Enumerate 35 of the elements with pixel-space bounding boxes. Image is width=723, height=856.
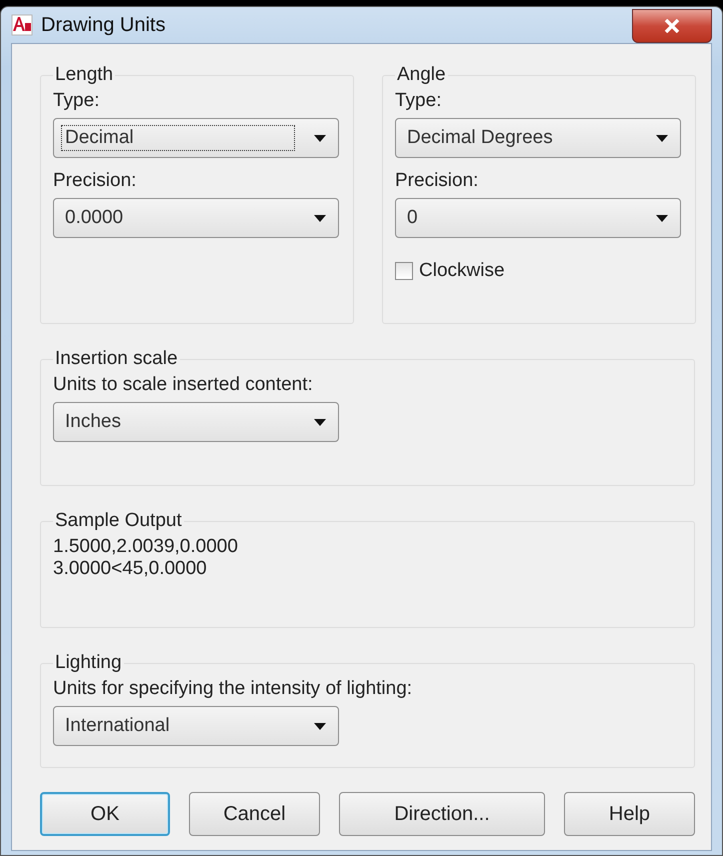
dropdown-arrow-icon (656, 214, 668, 222)
dropdown-arrow-icon (314, 214, 326, 222)
group-title: Sample Output (54, 510, 183, 532)
dropdown[interactable]: Inches (53, 402, 339, 442)
dropdown[interactable]: Decimal Degrees (395, 118, 681, 158)
dialog-button[interactable]: OK (40, 792, 170, 836)
checkbox[interactable] (395, 262, 413, 280)
dialog-button[interactable]: Direction... (339, 792, 545, 836)
dialog-button[interactable]: Cancel (189, 792, 320, 836)
dropdown[interactable]: 0.0000 (53, 198, 339, 238)
checkbox-label: Clockwise (419, 260, 505, 282)
group-title: Angle (396, 64, 447, 86)
app-icon (11, 14, 33, 36)
close-icon (664, 19, 680, 33)
dialog-button[interactable]: Help (564, 792, 695, 836)
dropdown[interactable]: Decimal (53, 118, 339, 158)
sample-output-line: 1.5000,2.0039,0.0000 (53, 536, 239, 558)
sample-output-line: 3.0000<45,0.0000 (53, 558, 208, 580)
window-title: Drawing Units (41, 14, 166, 36)
field-label: Precision: (53, 170, 138, 192)
dropdown-arrow-icon (314, 134, 326, 142)
field-label: Precision: (395, 170, 480, 192)
field-label: Type: (53, 90, 100, 112)
dropdown-arrow-icon (314, 722, 326, 730)
field-label: Units for specifying the intensity of lighting: (53, 678, 414, 700)
dropdown[interactable]: 0 (395, 198, 681, 238)
close-button[interactable] (632, 9, 712, 43)
dropdown[interactable]: International (53, 706, 339, 746)
group-title: Insertion scale (54, 348, 179, 370)
field-label: Units to scale inserted content: (53, 374, 314, 396)
dropdown-arrow-icon (314, 418, 326, 426)
group-title: Lighting (54, 652, 123, 674)
dropdown-arrow-icon (656, 134, 668, 142)
field-label: Type: (395, 90, 442, 112)
group-title: Length (54, 64, 114, 86)
